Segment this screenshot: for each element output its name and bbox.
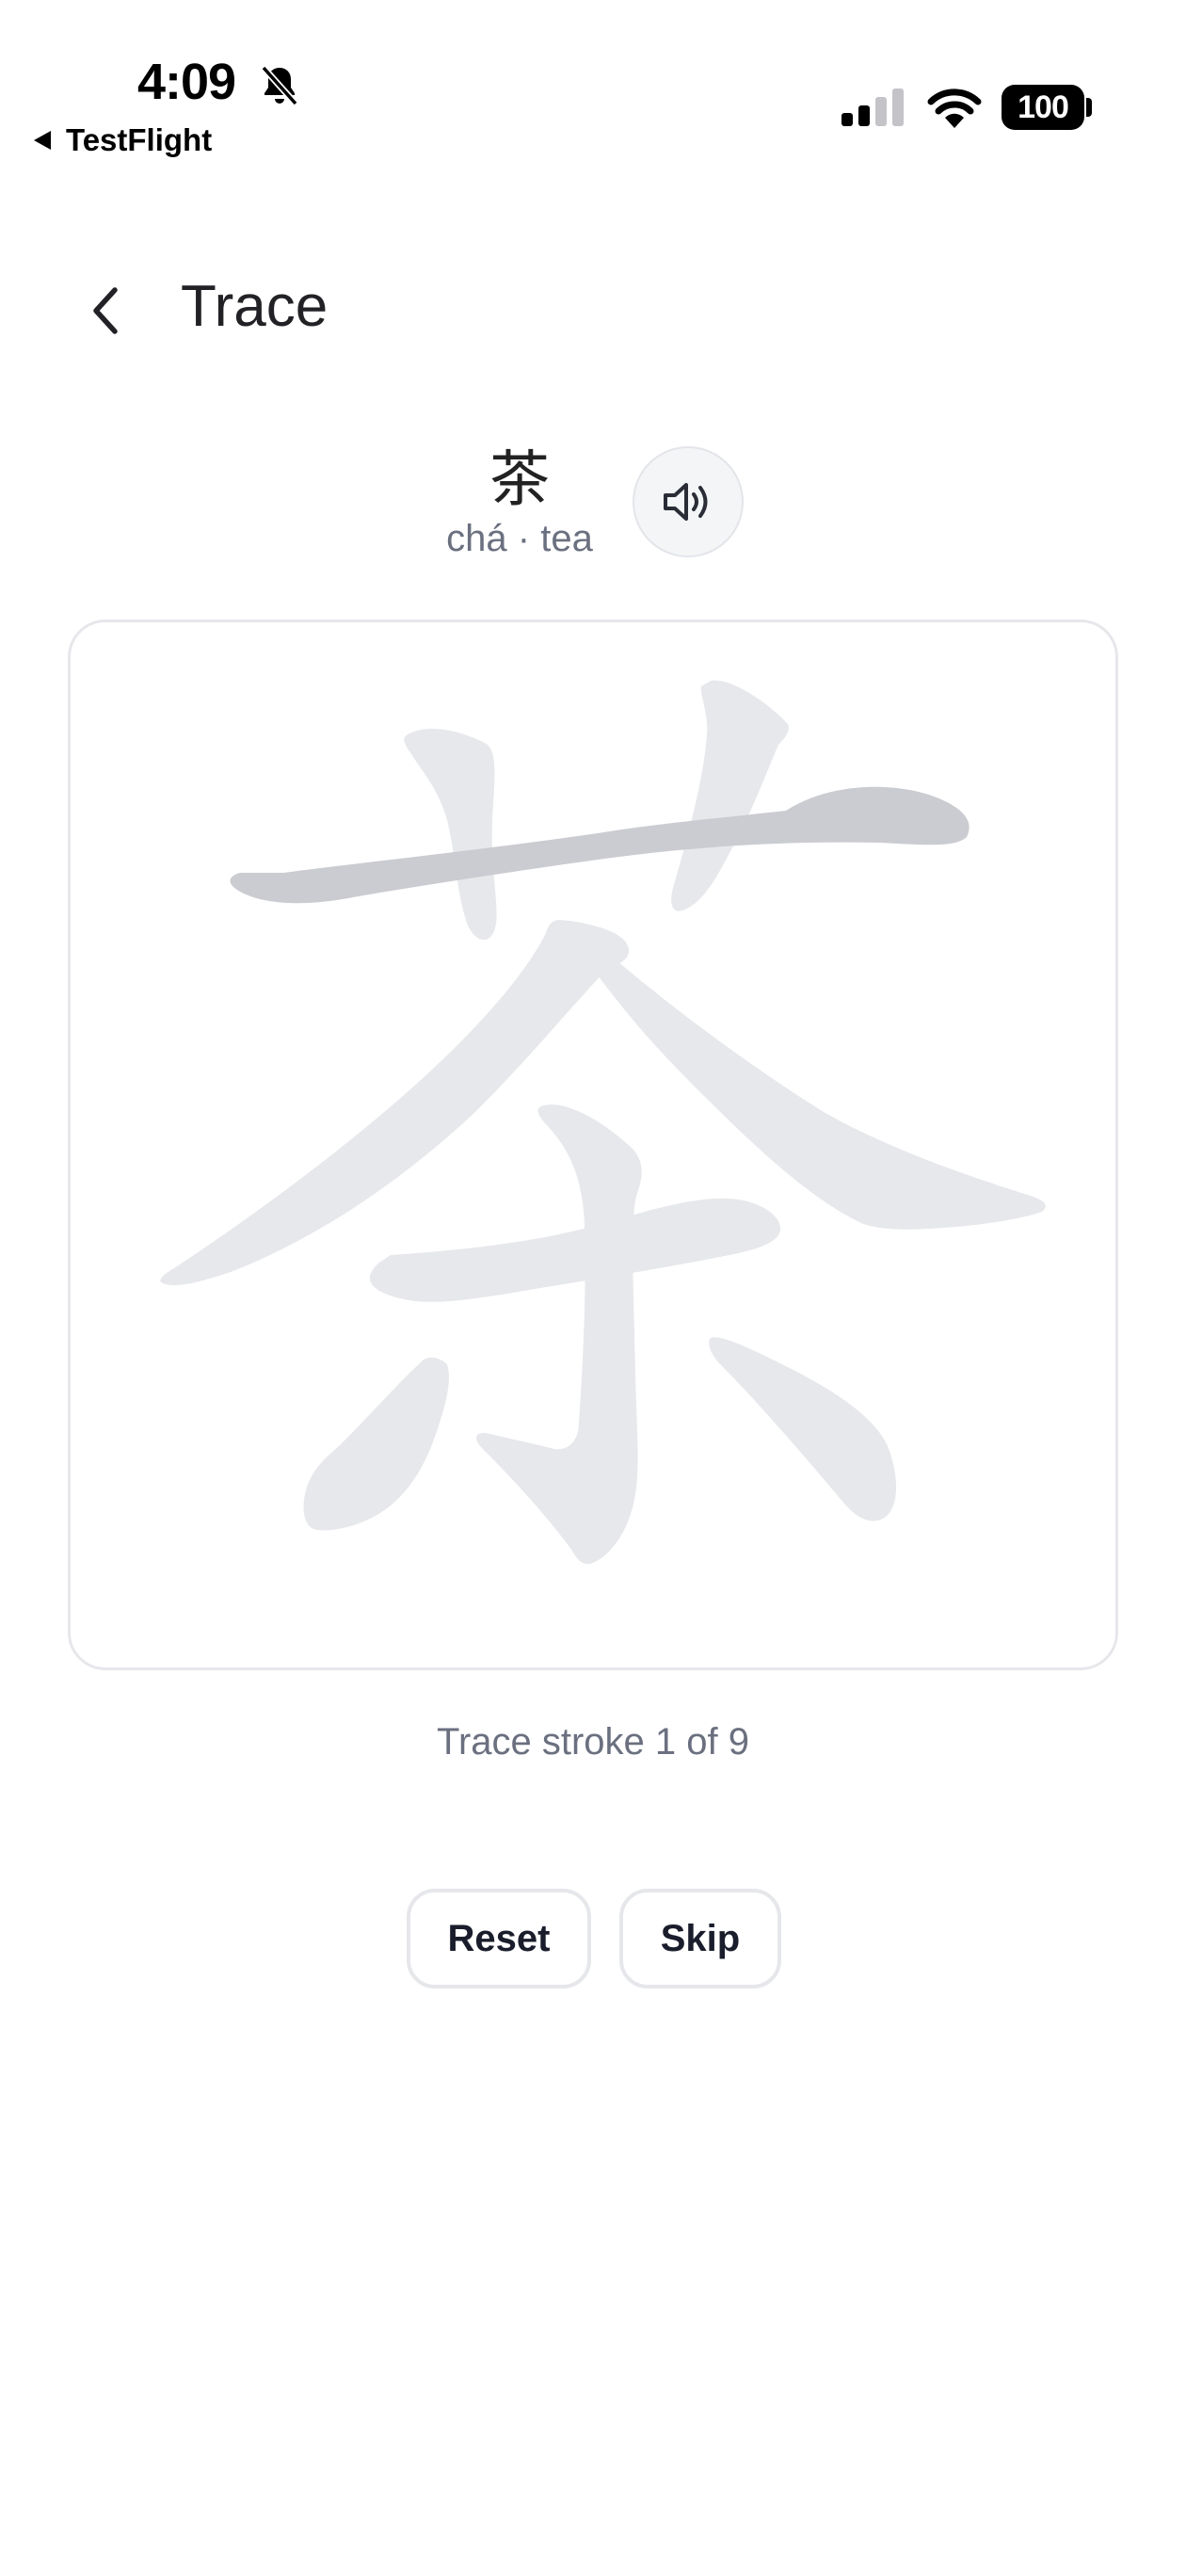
guide-stroke-3 — [671, 680, 789, 911]
cellular-signal-icon — [841, 89, 904, 126]
guide-stroke-8 — [303, 1357, 449, 1531]
skip-button[interactable]: Skip — [619, 1889, 781, 1988]
trace-canvas[interactable] — [68, 620, 1118, 1670]
guide-stroke-9 — [709, 1337, 897, 1521]
reset-button[interactable]: Reset — [407, 1889, 591, 1988]
guide-stroke-2 — [404, 728, 497, 941]
bell-slash-icon — [261, 65, 298, 106]
guide-stroke-7 — [476, 1104, 642, 1565]
wifi-icon — [927, 89, 982, 128]
back-button[interactable] — [77, 281, 134, 341]
play-audio-button[interactable] — [633, 446, 744, 557]
chevron-left-icon — [93, 287, 118, 334]
character-glyph: 茶 — [489, 445, 550, 515]
back-to-testflight-link[interactable]: TestFlight — [34, 122, 212, 158]
current-stroke — [230, 786, 970, 904]
page-title: Trace — [181, 274, 329, 339]
guide-stroke-6 — [369, 1198, 781, 1302]
battery-indicator: 100 — [1002, 85, 1084, 130]
speaker-icon — [664, 483, 708, 521]
back-app-label: TestFlight — [66, 122, 213, 157]
trace-progress-text: Trace stroke 1 of 9 — [437, 1721, 749, 1763]
character-strokes — [160, 680, 1046, 1565]
status-time: 4:09 — [137, 54, 236, 110]
pinyin-meaning: chá · tea — [446, 518, 593, 559]
battery-cap — [1086, 98, 1092, 117]
guide-stroke-5 — [598, 957, 1046, 1230]
back-triangle-icon — [34, 131, 51, 150]
guide-stroke-4 — [160, 920, 630, 1286]
